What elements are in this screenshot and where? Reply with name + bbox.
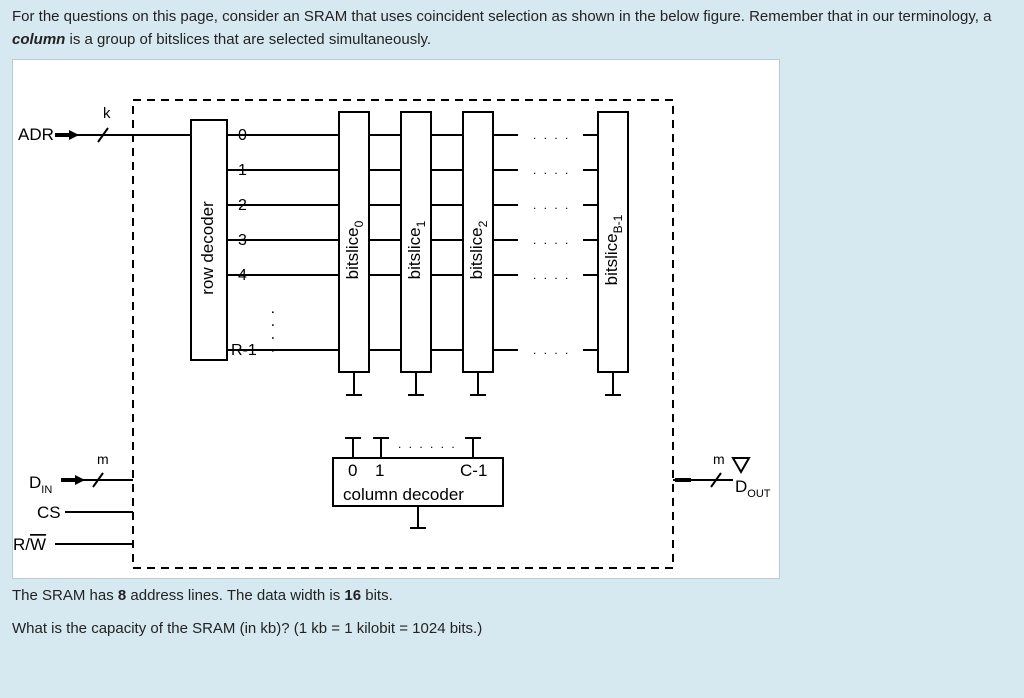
adr-label: ADR [18,125,54,144]
svg-text:. . . .: . . . . [533,128,570,142]
intro-paragraph: For the questions on this page, consider… [12,6,1012,51]
svg-text:. . . .: . . . . [533,268,570,282]
param-suffix: bits. [361,587,393,604]
intro-text-1: For the questions on this page, consider… [12,8,991,25]
sram-svg: k ADR row decoder 0 1 2 3 [13,60,781,580]
intro-text-2: is a group of bitslices that are selecte… [65,31,431,48]
din-label: DIN [29,473,52,496]
dout-label: DOUT [735,477,771,500]
svg-text:. . . .: . . . . [533,343,570,357]
dout-bits-label: m [713,451,725,467]
param-mid: address lines. The data width is [126,587,344,604]
svg-text:. . . .: . . . . [533,233,570,247]
col-in-cm1: C-1 [460,461,487,480]
param-data-width: 16 [344,587,361,604]
rw-label: R/W [13,535,46,554]
col-in-0: 0 [348,461,357,480]
adr-bits-label: k [103,105,111,122]
row-decoder-label: row decoder [198,201,217,295]
question-text: What is the capacity of the SRAM (in kb)… [12,618,1012,641]
sram-diagram: k ADR row decoder 0 1 2 3 [12,59,780,579]
row-out-dots: . . . . [268,310,285,355]
param-prefix: The SRAM has [12,587,118,604]
column-decoder-label: column decoder [343,485,464,504]
col-in-1: 1 [375,461,384,480]
param-addr-lines: 8 [118,587,126,604]
svg-text:. . . .: . . . . [533,163,570,177]
cs-label: CS [37,503,61,522]
tristate-buffer-icon [733,458,749,472]
parameters-line: The SRAM has 8 address lines. The data w… [12,585,1012,608]
col-dots: . . . . . . [398,437,457,451]
svg-text:. . . .: . . . . [533,198,570,212]
intro-column-term: column [12,31,65,48]
din-bits-label: m [97,451,109,467]
